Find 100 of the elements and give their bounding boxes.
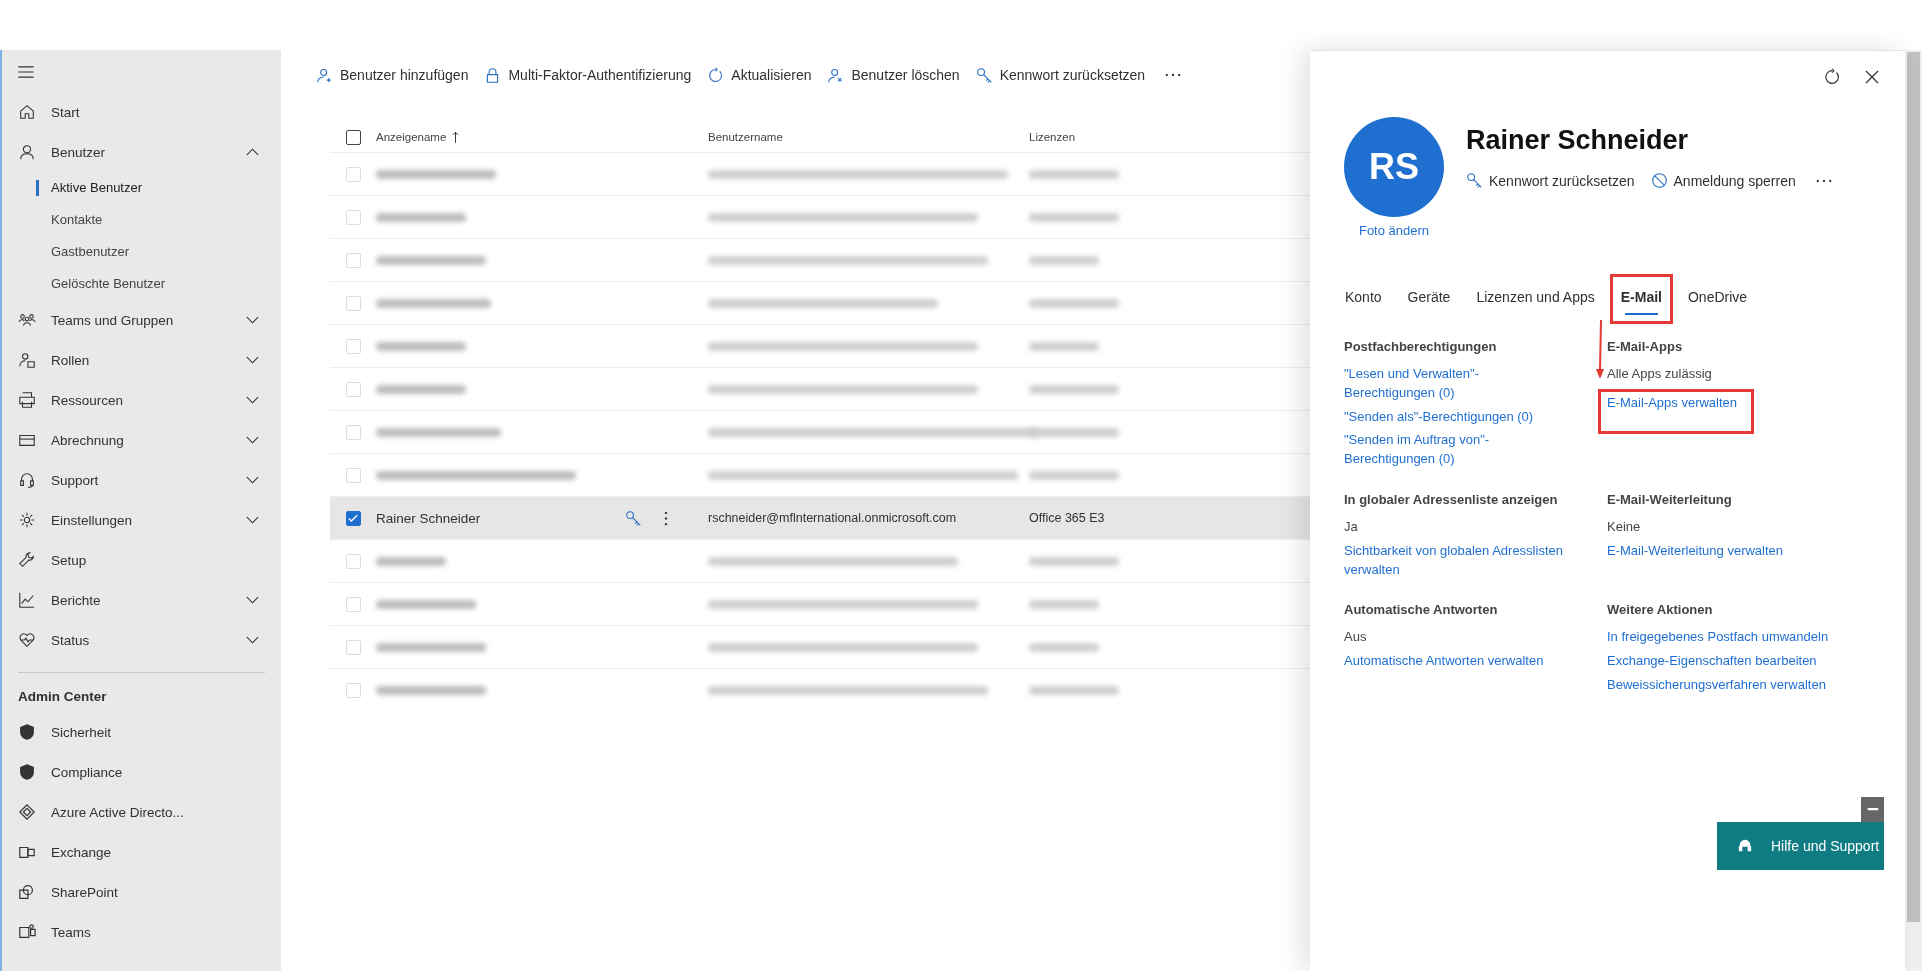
diamond-icon [18, 803, 36, 821]
tab[interactable]: E-Mail [1609, 274, 1673, 324]
column-header[interactable]: Anzeigename [376, 131, 447, 143]
reset-password-button[interactable]: Kennwort zurücksetzen [1466, 172, 1635, 189]
person-badge-icon [18, 351, 36, 369]
sort-arrow-icon [452, 130, 460, 144]
section-heading: Automatische Antworten [1344, 601, 1498, 620]
nav-item[interactable]: SharePoint [2, 872, 281, 912]
nav-item[interactable]: Status [2, 620, 281, 660]
table-row[interactable]: Rainer Schneider rschneider@mflnternational.onmicrosoft.com Office 365 E3 [330, 496, 1310, 539]
settings-icon [18, 511, 36, 529]
user-name: Rainer Schneider [1466, 125, 1690, 156]
menu-icon[interactable] [17, 66, 35, 78]
chevron-down-icon[interactable] [246, 596, 259, 604]
close-icon[interactable] [1865, 70, 1879, 84]
shield-icon [18, 763, 36, 781]
link[interactable]: "Senden als"-Berechtigungen (0) [1344, 407, 1534, 427]
nav-item[interactable]: Exchange [2, 832, 281, 872]
toolbar-button[interactable]: Benutzer hinzufügen [316, 66, 469, 84]
nav-item[interactable]: Support [2, 460, 281, 500]
scrollbar[interactable] [1905, 50, 1922, 971]
toolbar-button[interactable]: Aktualisieren [707, 66, 812, 84]
wrench-icon [18, 551, 36, 569]
nav-item[interactable]: Teams und Gruppen [2, 300, 281, 340]
chevron-down-icon[interactable] [246, 316, 259, 324]
nav-item[interactable]: Ressourcen [2, 380, 281, 420]
more-vertical-icon[interactable] [664, 510, 668, 526]
link[interactable]: E-Mail-Apps verwalten [1607, 394, 1738, 410]
table-cell: Office 365 E3 [1029, 511, 1105, 525]
minimize-button[interactable] [1861, 797, 1884, 822]
chevron-down-icon[interactable] [246, 436, 259, 444]
link[interactable]: In freigegebenes Postfach umwandeln [1607, 628, 1829, 648]
column-header[interactable]: Lizenzen [1029, 131, 1076, 143]
link[interactable]: Automatische Antworten verwalten [1344, 652, 1544, 671]
nav-subitem[interactable]: Aktive Benutzer [2, 172, 281, 204]
tab[interactable]: OneDrive [1676, 274, 1759, 324]
teams-icon [18, 923, 36, 941]
more-icon[interactable] [1165, 73, 1182, 77]
redacted-text [376, 556, 446, 566]
home-icon [18, 103, 36, 121]
link[interactable]: Exchange-Eigenschaften bearbeiten [1607, 652, 1817, 671]
nav-item[interactable]: Sicherheit [2, 712, 281, 752]
chevron-up-icon[interactable] [246, 148, 259, 156]
change-photo-link[interactable]: Foto ändern [1358, 223, 1430, 238]
nav-item[interactable]: Teams [2, 912, 281, 952]
key-icon [975, 66, 993, 84]
section-heading: In globaler Adressenliste anzeigen [1344, 491, 1558, 510]
nav-item[interactable]: Start [2, 92, 281, 132]
redacted-text [1029, 643, 1099, 653]
nav-subitem[interactable]: Kontakte [2, 204, 281, 236]
toolbar-button[interactable]: Benutzer löschen [827, 66, 960, 84]
refresh-icon [707, 66, 725, 84]
chevron-down-icon[interactable] [246, 396, 259, 404]
key-icon [1466, 172, 1483, 189]
chevron-down-icon[interactable] [246, 476, 259, 484]
printer-icon [18, 391, 36, 409]
help-support-button[interactable]: Hilfe und Support [1717, 822, 1884, 870]
link[interactable]: "Lesen und Verwalten"-Berechtigungen (0) [1344, 364, 1569, 403]
chevron-down-icon[interactable] [246, 636, 259, 644]
section-heading: Postfachberechtigungen [1344, 338, 1497, 356]
column-header[interactable]: Benutzername [708, 131, 783, 143]
block-icon [1650, 172, 1668, 189]
section-value: Keine [1607, 517, 1641, 536]
toolbar-button[interactable]: Kennwort zurücksetzen [975, 66, 1146, 84]
tab[interactable]: Geräte [1396, 274, 1462, 324]
nav-subitem[interactable]: Gelöschte Benutzer [2, 268, 281, 300]
tab[interactable]: Lizenzen und Apps [1465, 274, 1606, 324]
nav-item[interactable]: Rollen [2, 340, 281, 380]
key-icon[interactable] [625, 509, 642, 527]
sharepoint-icon [18, 883, 36, 901]
nav-subitem[interactable]: Gastbenutzer [2, 236, 281, 268]
link[interactable]: Sichtbarkeit von globalen Adresslisten verwalten [1344, 541, 1569, 580]
nav-item[interactable]: Compliance [2, 752, 281, 792]
toolbar-button[interactable]: Multi-Faktor-Authentifizierung [484, 66, 692, 84]
nav-item[interactable]: Berichte [2, 580, 281, 620]
redacted-text [1029, 600, 1099, 610]
nav-item[interactable]: Setup [2, 540, 281, 580]
refresh-icon[interactable] [1823, 68, 1841, 86]
section-value: Alle Apps zulässig [1607, 364, 1712, 383]
chevron-down-icon[interactable] [246, 516, 259, 524]
link[interactable]: "Senden im Auftrag von"-Berechtigungen (0) [1344, 431, 1569, 470]
more-icon[interactable] [1815, 178, 1832, 183]
link[interactable]: E-Mail-Weiterleitung verwalten [1607, 541, 1784, 561]
table-cell-text: Rainer Schneider [376, 510, 482, 526]
nav-item[interactable]: Benutzer [2, 132, 281, 172]
select-all-checkbox[interactable] [345, 129, 361, 145]
tab[interactable]: Konto [1334, 274, 1393, 324]
nav-item[interactable]: Abrechnung [2, 420, 281, 460]
row-checkbox[interactable] [345, 510, 361, 526]
section-value: Ja [1344, 517, 1358, 536]
section-heading: E-Mail-Apps [1607, 338, 1683, 356]
redacted-text [1029, 256, 1099, 266]
nav-item[interactable]: Azure Active Directo... [2, 792, 281, 832]
person-remove-icon [827, 66, 845, 84]
line-chart-icon [18, 591, 36, 609]
nav-item[interactable]: Einstellungen [2, 500, 281, 540]
block-sign-in-button[interactable]: Anmeldung sperren [1650, 172, 1796, 189]
link[interactable]: Beweissicherungsverfahren verwalten [1607, 675, 1826, 695]
person-icon [18, 143, 36, 161]
chevron-down-icon[interactable] [246, 356, 259, 364]
